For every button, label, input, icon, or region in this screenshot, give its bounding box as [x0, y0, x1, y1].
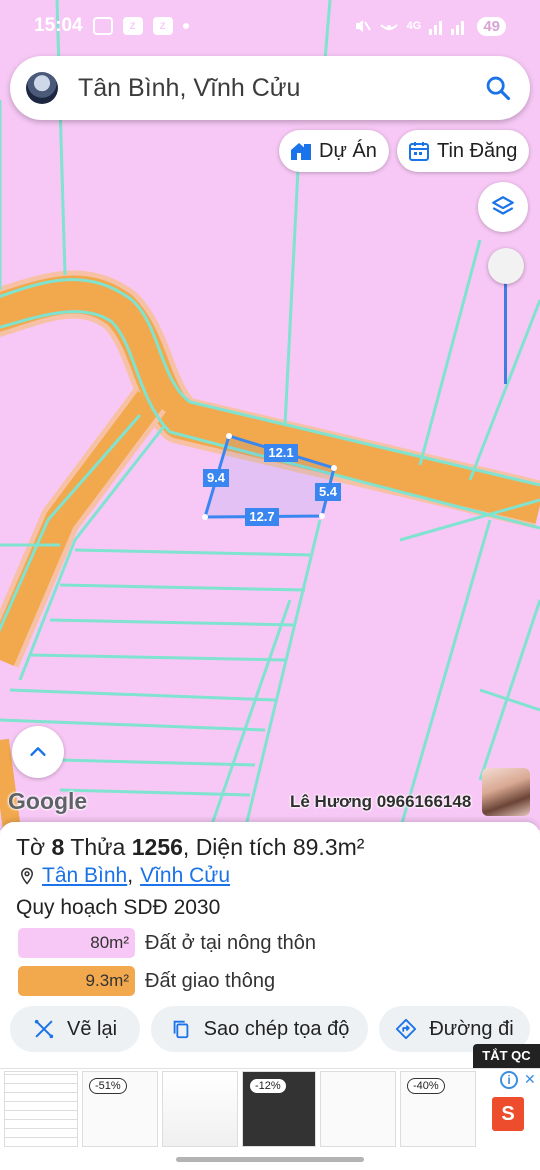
- ad-thumbnail[interactable]: -12%: [242, 1071, 316, 1147]
- mute-icon: [355, 20, 371, 32]
- copy-coordinates-button[interactable]: Sao chép tọa độ: [151, 1006, 368, 1052]
- ad-thumbnail[interactable]: -51%: [82, 1071, 158, 1147]
- map-canvas[interactable]: 12.1 9.4 5.4 12.7: [0, 0, 540, 830]
- location-pin-icon: [20, 867, 34, 885]
- search-bar[interactable]: Tân Bình, Vĩnh Cửu: [10, 56, 530, 120]
- opacity-slider-track[interactable]: [504, 268, 507, 384]
- redraw-icon: [34, 1019, 54, 1039]
- signal-icon: [429, 21, 465, 35]
- listings-chip[interactable]: Tin Đăng: [397, 130, 530, 172]
- location-row: Tân Bình , Vĩnh Cửu: [18, 864, 230, 888]
- projects-chip-label: Dự Án: [319, 139, 377, 162]
- parcel-label: Thửa: [70, 834, 126, 860]
- location-separator: ,: [127, 864, 134, 887]
- calendar-icon: [409, 142, 429, 161]
- screenshot-icon: [92, 17, 113, 35]
- parcel-number: 1256: [131, 834, 183, 860]
- hotspot-icon: [379, 24, 398, 31]
- copy-coordinates-label: Sao chép tọa độ: [203, 1017, 350, 1040]
- contact-text: Lê Hương 0966166148: [290, 792, 472, 811]
- discount-badge: -51%: [89, 1078, 127, 1094]
- network-type: 4G: [406, 20, 422, 32]
- discount-badge: -40%: [407, 1078, 445, 1094]
- ad-thumbnail[interactable]: -40%: [400, 1071, 476, 1147]
- map-view[interactable]: 12.1 9.4 5.4 12.7: [0, 0, 540, 830]
- layers-button[interactable]: [478, 182, 528, 232]
- parcel-title: Tờ 8 Thửa 1256, Diện tích 89.3m²: [16, 834, 365, 860]
- status-time: 15:04: [34, 15, 83, 36]
- hide-ads-button[interactable]: TẮT QC: [473, 1044, 540, 1068]
- notification-dot-icon: [182, 23, 189, 29]
- contact-avatar[interactable]: [482, 768, 530, 816]
- zalo-icon-2: Z: [152, 17, 173, 35]
- status-bar: 15:04 Z Z 4G 49: [0, 0, 540, 52]
- listings-chip-label: Tin Đăng: [437, 139, 518, 162]
- ad-strip[interactable]: -51% -12% -40% i ✕ S: [0, 1068, 540, 1150]
- home-indicator[interactable]: [176, 1157, 364, 1162]
- directions-label: Đường đi: [429, 1017, 514, 1040]
- dimension-label-top: 12.1: [268, 445, 293, 460]
- ad-thumbnail[interactable]: [162, 1071, 238, 1147]
- area-value: 89.3m²: [292, 834, 365, 860]
- opacity-slider-thumb[interactable]: [488, 248, 524, 284]
- shopee-icon[interactable]: S: [492, 1097, 524, 1131]
- legend-label: Đất giao thông: [145, 969, 276, 992]
- ad-info-icon[interactable]: i: [500, 1071, 518, 1089]
- directions-icon: [396, 1018, 417, 1040]
- area-label: Diện tích: [195, 834, 287, 860]
- dimension-label-left: 9.4: [207, 470, 226, 485]
- district-link[interactable]: Vĩnh Cửu: [140, 864, 230, 888]
- zalo-icon: Z: [122, 17, 143, 35]
- parcel-boundaries: [0, 0, 540, 830]
- legend-label: Đất ở tại nông thôn: [145, 931, 317, 954]
- layers-icon: [492, 196, 514, 215]
- battery-level: 49: [477, 16, 506, 36]
- legend-row-residential: 80m² Đất ở tại nông thôn: [18, 928, 316, 958]
- dimension-label-bottom: 12.7: [249, 509, 274, 524]
- search-input[interactable]: Tân Bình, Vĩnh Cửu: [78, 74, 484, 103]
- ad-close-icon[interactable]: ✕: [524, 1071, 536, 1088]
- google-logo: Google: [8, 788, 88, 814]
- ward-link[interactable]: Tân Bình: [42, 864, 127, 888]
- projects-chip[interactable]: Dự Án: [279, 130, 389, 172]
- search-icon[interactable]: [484, 74, 512, 102]
- discount-badge: -12%: [249, 1078, 287, 1094]
- ad-thumbnail[interactable]: [4, 1071, 78, 1147]
- house-icon: [291, 143, 311, 160]
- copy-icon: [173, 1020, 188, 1039]
- legend-swatch-value: 80m²: [18, 928, 135, 958]
- plan-title: Quy hoạch SDĐ 2030: [16, 896, 221, 919]
- sheet-number: 8: [51, 834, 65, 860]
- ad-thumbnail[interactable]: [320, 1071, 396, 1147]
- legend-row-traffic: 9.3m² Đất giao thông: [18, 966, 275, 996]
- legend-swatch-value: 9.3m²: [18, 966, 135, 996]
- sheet-label: Tờ: [16, 834, 46, 860]
- redraw-label: Vẽ lại: [66, 1017, 118, 1040]
- profile-avatar[interactable]: [26, 72, 58, 104]
- road-network: [0, 270, 540, 830]
- chevron-up-icon: [30, 747, 46, 756]
- expand-up-button[interactable]: [12, 726, 64, 778]
- dimension-label-right: 5.4: [319, 484, 338, 499]
- redraw-button[interactable]: Vẽ lại: [10, 1006, 140, 1052]
